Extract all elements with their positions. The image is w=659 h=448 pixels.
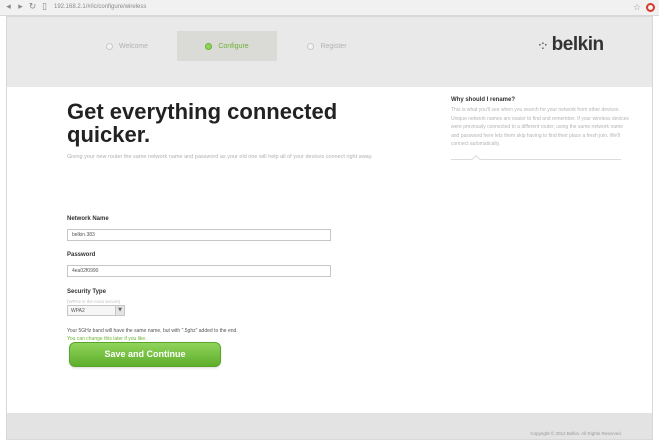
- save-and-continue-button[interactable]: Save and Continue: [69, 342, 221, 367]
- copyright-text: Copyright © 2012 Belkin. All Rights Rese…: [530, 431, 622, 436]
- rename-help-panel: Why should I rename? This is what you'll…: [451, 97, 629, 160]
- browser-toolbar: ◂ ▸ ↻ ▯ 192.168.2.1/#/ic/configure/wirel…: [0, 0, 659, 16]
- step-label: Welcome: [118, 42, 149, 50]
- band-note-text: Your 5GHz band will have the same name, …: [67, 328, 238, 334]
- security-type-value: WPA2: [71, 307, 85, 314]
- step-dot-icon: [105, 42, 113, 50]
- progress-steps: Welcome Configure Register: [77, 31, 377, 61]
- step-register: Register: [277, 31, 377, 61]
- forward-icon[interactable]: ▸: [16, 2, 25, 13]
- belkin-logo: ·:· belkin: [538, 34, 604, 56]
- main-content: Get everything connected quicker. Giving…: [7, 87, 652, 413]
- step-label: Register: [320, 42, 347, 50]
- setup-window: Welcome Configure Register ·:· belkin Ge…: [6, 16, 653, 440]
- help-body: This is what you'll see when you search …: [451, 107, 629, 147]
- security-type-select[interactable]: WPA2 ▼: [67, 305, 125, 316]
- belkin-logo-icon: ·:·: [538, 38, 548, 52]
- header: Welcome Configure Register ·:· belkin: [7, 17, 652, 87]
- network-name-field[interactable]: belkin.383: [67, 229, 331, 241]
- footer: Copyright © 2012 Belkin. All Rights Rese…: [7, 413, 652, 439]
- browser-menu-icon[interactable]: [646, 3, 655, 12]
- address-bar[interactable]: 192.168.2.1/#/ic/configure/wireless: [54, 2, 254, 13]
- step-welcome: Welcome: [77, 31, 177, 61]
- logo-text: belkin: [551, 34, 604, 55]
- bookmark-star-icon[interactable]: ☆: [633, 3, 641, 13]
- page-title: Get everything connected quicker.: [67, 99, 338, 147]
- back-icon[interactable]: ◂: [4, 2, 13, 13]
- step-dot-icon: [307, 42, 315, 50]
- step-label: Configure: [218, 42, 249, 50]
- password-field[interactable]: 4ea02f0990: [67, 265, 331, 277]
- password-label: Password: [67, 252, 96, 258]
- security-type-label: Security Type: [67, 289, 106, 295]
- band-note: Your 5GHz band will have the same name, …: [67, 327, 387, 343]
- security-type-hint: (WPA2 is the most secure): [67, 299, 121, 304]
- step-configure: Configure: [177, 31, 277, 61]
- intro-text: Giving your new router the same network …: [67, 154, 373, 160]
- chevron-down-icon[interactable]: ▼: [115, 306, 124, 315]
- help-title: Why should I rename?: [451, 97, 516, 103]
- help-divider: [451, 158, 621, 160]
- step-dot-icon: [205, 42, 213, 50]
- reload-icon[interactable]: ↻: [28, 2, 37, 13]
- page-icon: ▯: [42, 2, 47, 12]
- network-name-label: Network Name: [67, 216, 109, 222]
